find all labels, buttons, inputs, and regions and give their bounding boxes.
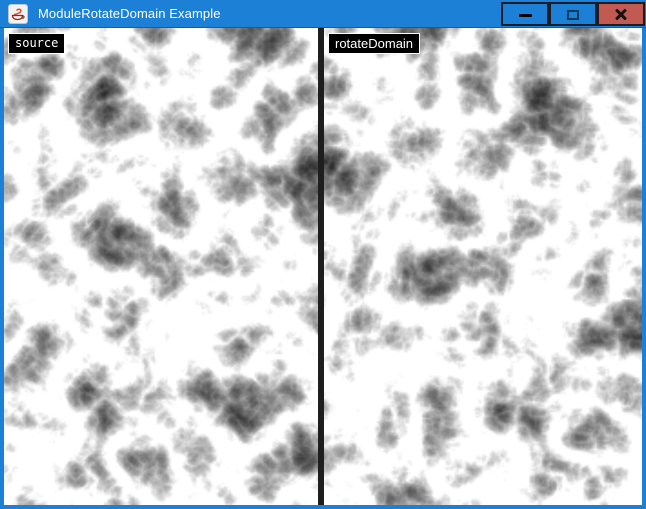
panel-source: source [4,28,318,505]
panel-label-source: source [8,33,65,54]
maximize-icon [567,10,579,20]
close-button[interactable] [597,2,645,26]
app-window: ModuleRotateDomain Example source rotate… [0,0,646,509]
window-title: ModuleRotateDomain Example [38,6,221,21]
minimize-icon [519,14,532,17]
window-titlebar[interactable]: ModuleRotateDomain Example [0,0,646,28]
panel-label-rotatedomain: rotateDomain [328,33,420,54]
java-coffee-cup-icon[interactable] [8,4,28,24]
minimize-button[interactable] [501,2,549,26]
rotatedomain-noise-image [324,28,642,505]
panel-rotatedomain: rotateDomain [324,28,642,505]
close-icon [614,7,628,22]
maximize-button[interactable] [549,2,597,26]
source-noise-image [4,28,318,505]
image-comparison-area: source rotateDomain [4,28,642,505]
window-controls [501,2,645,26]
